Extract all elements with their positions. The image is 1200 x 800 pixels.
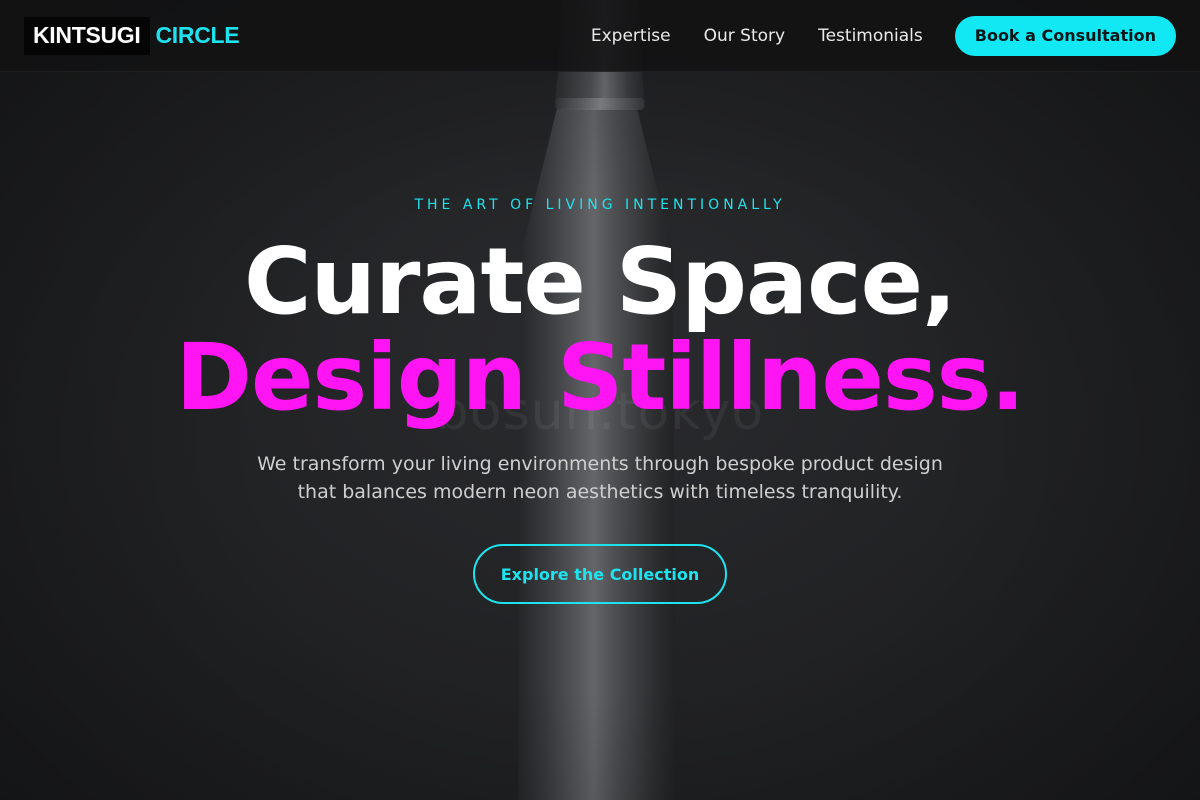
main-nav: Expertise Our Story Testimonials Book a … (591, 15, 1176, 56)
nav-link-our-story[interactable]: Our Story (704, 26, 785, 46)
hero-eyebrow: THE ART OF LIVING INTENTIONALLY (414, 197, 786, 213)
site-header: KINTSUGI CIRCLE Expertise Our Story Test… (0, 0, 1200, 72)
landing-page: bosun.tokyo THE ART OF LIVING INTENTIONA… (0, 0, 1200, 800)
explore-collection-button[interactable]: Explore the Collection (473, 544, 727, 604)
logo-accent-text: CIRCLE (155, 22, 240, 48)
nav-link-expertise[interactable]: Expertise (591, 26, 671, 46)
nav-link-testimonials[interactable]: Testimonials (818, 26, 923, 46)
hero-section: THE ART OF LIVING INTENTIONALLY Curate S… (0, 0, 1200, 800)
hero-headline-line2: Design Stillness. (175, 324, 1026, 431)
logo[interactable]: KINTSUGI CIRCLE (24, 16, 240, 55)
hero-headline-line1: Curate Space, (244, 228, 957, 335)
logo-primary-text: KINTSUGI (24, 16, 150, 55)
book-consultation-button[interactable]: Book a Consultation (954, 15, 1176, 56)
hero-subtitle: We transform your living environments th… (257, 453, 943, 503)
